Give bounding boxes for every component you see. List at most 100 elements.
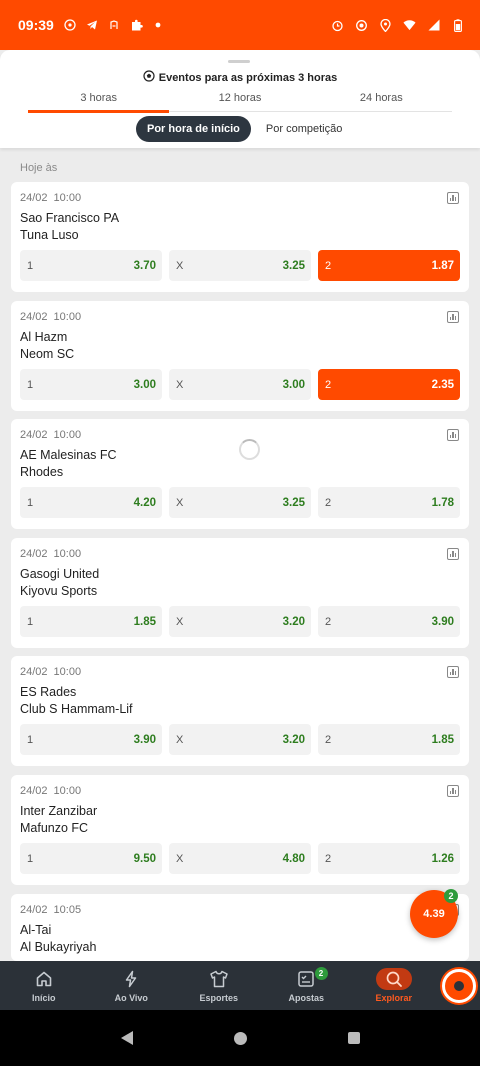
time-range-tabs: 3 horas 12 horas 24 horas [28,90,452,113]
sort-segmented-control: Por hora de início Por competição [136,116,353,142]
brand-logo-icon [441,968,476,1003]
odd-label: X [176,496,184,509]
odd-value: 3.20 [282,733,305,746]
odd-button-draw[interactable]: X 3.00 [169,369,311,400]
stats-icon[interactable] [447,666,459,678]
system-navigation-bar [0,1010,480,1066]
odd-value: 3.00 [133,378,156,391]
drag-handle[interactable] [228,60,250,63]
nav-label: Ao Vivo [114,993,148,1003]
away-team: Rhodes [20,465,64,479]
odd-button-draw[interactable]: X 3.20 [169,606,311,637]
event-datetime: 24/02 10:00 [20,311,81,323]
odd-button-home[interactable]: 1 3.90 [20,724,162,755]
event-time: 10:00 [53,311,82,323]
event-card[interactable]: 24/02 10:00 ES Rades Club S Hammam-Lif 13… [11,656,469,766]
nav-label: Apostas [288,993,324,1003]
event-card[interactable]: 24/02 10:00 Sao Francisco PA Tuna Luso 13… [11,182,469,292]
odd-label: X [176,615,184,628]
event-date: 24/02 [20,192,48,204]
nav-esportes[interactable]: Esportes [175,961,263,1010]
event-card[interactable]: 24/02 10:00 AE Malesinas FC Rhodes 1 4.20 X… [11,419,469,529]
event-date: 24/02 [20,666,48,678]
lightning-icon [118,968,144,990]
odd-label: 2 [325,615,332,628]
odd-button-home[interactable]: 1 1.85 [20,606,162,637]
bottom-nav: Início Ao Vivo Esportes 2 Apostas Explor… [0,961,480,1010]
nav-label: Explorar [375,993,412,1003]
odd-button-away[interactable]: 2 1.85 [318,724,460,755]
event-time: 10:00 [53,548,82,560]
soccer-icon [64,19,77,32]
odd-button-draw[interactable]: X 4.80 [169,843,311,874]
home-team: Gasogi United [20,567,100,581]
shirt-icon [206,968,232,990]
odd-label: 1 [27,259,34,272]
odd-value: 4.80 [282,852,305,865]
panel-title-text: Eventos para as próximas 3 horas [158,71,338,84]
stats-icon[interactable] [447,429,459,441]
odd-button-draw[interactable]: X 3.25 [169,250,311,281]
nav-inicio[interactable]: Início [0,961,88,1010]
status-bar: 09:39 [0,0,480,50]
odd-label: X [176,259,184,272]
segment-por-competicao[interactable]: Por competição [255,116,353,142]
odd-button-away[interactable]: 2 2.35 [318,369,460,400]
odd-button-away[interactable]: 2 1.78 [318,487,460,518]
section-label: Hoje às [20,162,58,174]
event-card[interactable]: 24/02 10:00 Al Hazm Neom SC 1 3.00 X 3.00 2 2.… [11,301,469,411]
nav-ao-vivo[interactable]: Ao Vivo [88,961,176,1010]
brand-logo-button[interactable] [438,961,480,1010]
odd-button-draw[interactable]: X 3.25 [169,487,311,518]
event-date: 24/02 [20,311,48,323]
stats-icon[interactable] [447,311,459,323]
odd-button-draw[interactable]: X 3.20 [169,724,311,755]
odd-button-away[interactable]: 2 1.87 [318,250,460,281]
odd-value: 3.00 [282,378,305,391]
recents-icon[interactable] [347,1032,360,1044]
odd-value: 1.85 [133,615,156,628]
stats-icon[interactable] [447,192,459,204]
odds-row: 1 1.85 X 3.20 2 3.90 [20,606,460,637]
odd-value: 2.35 [431,378,454,391]
event-datetime: 24/02 10:00 [20,785,81,797]
nav-apostas[interactable]: 2 Apostas [263,961,351,1010]
odd-button-away[interactable]: 2 1.26 [318,843,460,874]
event-card[interactable]: 24/02 10:00 Inter Zanzibar Mafunzo FC 1 9.… [11,775,469,885]
back-icon[interactable] [120,1031,133,1045]
home-button-icon[interactable] [233,1031,247,1045]
event-datetime: 24/02 10:00 [20,548,81,560]
away-team: Kiyovu Sports [20,584,98,598]
odd-button-home[interactable]: 1 9.50 [20,843,162,874]
odd-label: 2 [325,378,332,391]
home-team: AE Malesinas FC [20,448,117,462]
odd-button-home[interactable]: 1 3.00 [20,369,162,400]
odds-row: 1 9.50 X 4.80 2 1.26 [20,843,460,874]
home-team: Al Hazm [20,330,68,344]
panel-title: Eventos para as próximas 3 horas [0,70,480,85]
segment-por-hora-de-inicio[interactable]: Por hora de início [136,116,251,142]
tab-24-horas[interactable]: 24 horas [311,90,452,111]
tab-3-horas[interactable]: 3 horas [28,90,170,113]
event-card[interactable]: 24/02 10:00 Gasogi United Kiyovu Sports 1… [11,538,469,648]
event-time: 10:00 [53,666,82,678]
away-team: Club S Hammam-Lif [20,702,133,716]
odd-button-home[interactable]: 1 4.20 [20,487,162,518]
nav-explorar[interactable]: Explorar [350,961,438,1010]
app-icon [108,19,121,32]
event-time: 10:00 [53,192,82,204]
odd-button-home[interactable]: 1 3.70 [20,250,162,281]
odd-label: 2 [325,259,332,272]
event-card[interactable]: 24/02 10:05 Al-Tai Al Bukayriyah [11,894,469,961]
stats-icon[interactable] [447,548,459,560]
tab-12-horas[interactable]: 12 horas [169,90,310,111]
away-team: Mafunzo FC [20,821,89,835]
odd-label: 2 [325,733,332,746]
loading-spinner [239,439,260,460]
odd-button-away[interactable]: 2 3.90 [318,606,460,637]
stats-icon[interactable] [447,785,459,797]
odd-value: 3.90 [431,615,454,628]
event-time: 10:00 [53,785,82,797]
odd-value: 3.25 [282,496,305,509]
odd-label: 2 [325,496,332,509]
